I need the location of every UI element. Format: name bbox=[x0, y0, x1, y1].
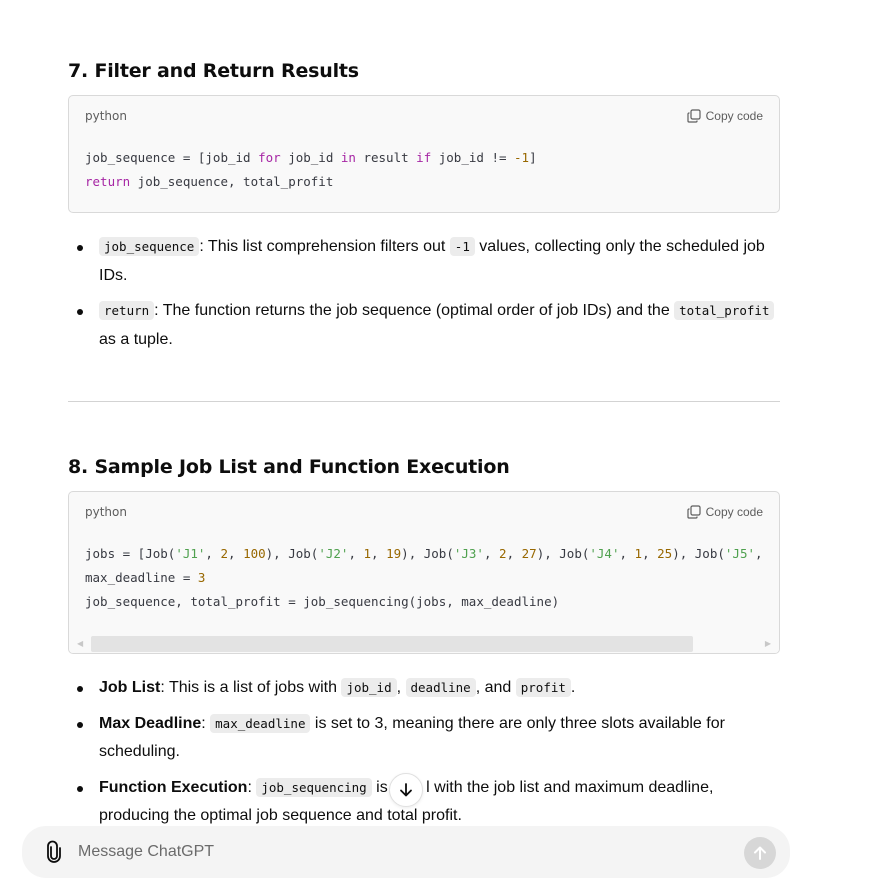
scrollbar-thumb[interactable] bbox=[91, 636, 693, 652]
code-token: 'J4' bbox=[589, 546, 620, 561]
horizontal-scrollbar[interactable]: ◀ ▶ bbox=[69, 635, 779, 653]
code-token: for bbox=[258, 150, 281, 165]
list-item: return: The function returns the job seq… bbox=[68, 297, 780, 354]
inline-code: max_deadline bbox=[210, 713, 311, 733]
copy-icon bbox=[687, 109, 701, 123]
section-8-heading: 8. Sample Job List and Function Executio… bbox=[68, 456, 510, 478]
copy-code-label: Copy code bbox=[705, 505, 763, 519]
code-token: ] bbox=[529, 150, 537, 165]
code-token: , bbox=[205, 546, 221, 561]
code-token: , bbox=[483, 546, 500, 561]
code-token: , bbox=[371, 546, 387, 561]
code-token: , bbox=[506, 546, 522, 561]
code-token: job_sequence = [job_id bbox=[85, 150, 259, 165]
code-token: 100 bbox=[243, 546, 266, 561]
inline-code: return bbox=[99, 301, 155, 320]
code-language-label: python bbox=[85, 505, 127, 519]
list-item: Job List: This is a list of jobs with jo… bbox=[68, 674, 780, 703]
section-7-bullet-list: job_sequence: This list comprehension fi… bbox=[68, 233, 780, 361]
inline-code: job_sequencing bbox=[256, 777, 372, 797]
code-block-filter: python Copy code job_sequence = [job_id … bbox=[68, 95, 780, 213]
code-token: 27 bbox=[521, 546, 537, 561]
copy-code-button[interactable]: Copy code bbox=[687, 505, 763, 519]
section-8-bullet-list: Job List: This is a list of jobs with jo… bbox=[68, 674, 780, 838]
code-token: jobs = [Job( bbox=[85, 546, 176, 561]
code-token: 'J1' bbox=[175, 546, 206, 561]
code-token: job_sequence, total_profit = job_sequenc… bbox=[85, 594, 560, 609]
inline-code: deadline bbox=[405, 678, 476, 697]
code-token: ), Job( bbox=[265, 546, 319, 561]
message-input[interactable] bbox=[78, 840, 678, 864]
code-token: 25 bbox=[657, 546, 673, 561]
code-token: 2 bbox=[499, 546, 507, 561]
inline-code: job_sequence bbox=[99, 237, 200, 256]
scroll-left-icon[interactable]: ◀ bbox=[77, 639, 83, 648]
section-7-heading: 7. Filter and Return Results bbox=[68, 60, 359, 82]
code-token: , bbox=[642, 546, 658, 561]
arrow-up-icon bbox=[754, 846, 766, 860]
code-language-label: python bbox=[85, 109, 127, 123]
scroll-right-icon[interactable]: ▶ bbox=[765, 639, 771, 648]
code-token: 'J3' bbox=[453, 546, 484, 561]
code-token: ), Job( bbox=[536, 546, 590, 561]
code-token: job_id bbox=[280, 150, 341, 165]
code-token: , bbox=[619, 546, 635, 561]
code-token: in bbox=[340, 150, 356, 165]
code-block-header: python Copy code bbox=[69, 492, 779, 532]
code-token: 2 bbox=[220, 546, 229, 561]
inline-code: total_profit bbox=[674, 301, 775, 320]
code-token: , bbox=[228, 546, 244, 561]
paperclip-icon[interactable] bbox=[42, 840, 66, 864]
code-token: ), Job( bbox=[672, 546, 725, 561]
code-token: -1 bbox=[514, 150, 530, 165]
code-token: 1 bbox=[634, 546, 643, 561]
code-token: , bbox=[755, 546, 763, 561]
code-token: max_deadline = bbox=[85, 570, 198, 585]
copy-code-label: Copy code bbox=[705, 109, 763, 123]
arrow-down-icon bbox=[400, 783, 412, 797]
inline-code: -1 bbox=[449, 237, 475, 256]
code-token: 19 bbox=[386, 546, 402, 561]
inline-code: job_id bbox=[341, 678, 397, 697]
code-token: ), Job( bbox=[401, 546, 454, 561]
inline-code: profit bbox=[515, 678, 571, 697]
scroll-to-bottom-button[interactable] bbox=[389, 773, 423, 807]
code-token: 3 bbox=[197, 570, 206, 585]
code-token: job_sequence, total_profit bbox=[130, 174, 334, 189]
code-block-sample: python Copy code jobs = [Job('J1', 2, 10… bbox=[68, 491, 780, 654]
list-item: Function Execution: job_sequencing is cl… bbox=[68, 774, 780, 831]
code-content: jobs = [Job('J1', 2, 100), Job('J2', 1, … bbox=[69, 532, 779, 614]
code-token: 1 bbox=[363, 546, 372, 561]
message-composer bbox=[22, 826, 790, 878]
list-item: job_sequence: This list comprehension fi… bbox=[68, 233, 780, 290]
code-token: , bbox=[348, 546, 364, 561]
code-token: 'J2' bbox=[318, 546, 349, 561]
code-token: 'J5' bbox=[724, 546, 755, 561]
section-divider bbox=[68, 401, 780, 402]
code-token: return bbox=[85, 174, 131, 189]
copy-code-button[interactable]: Copy code bbox=[687, 109, 763, 123]
code-token: result bbox=[355, 150, 417, 165]
send-button[interactable] bbox=[744, 837, 776, 869]
code-content: job_sequence = [job_id for job_id in res… bbox=[69, 136, 779, 194]
list-item: Max Deadline: max_deadline is set to 3, … bbox=[68, 710, 780, 767]
code-token: job_id != bbox=[431, 150, 515, 165]
code-token: if bbox=[416, 150, 432, 165]
copy-icon bbox=[687, 505, 701, 519]
code-block-header: python Copy code bbox=[69, 96, 779, 136]
